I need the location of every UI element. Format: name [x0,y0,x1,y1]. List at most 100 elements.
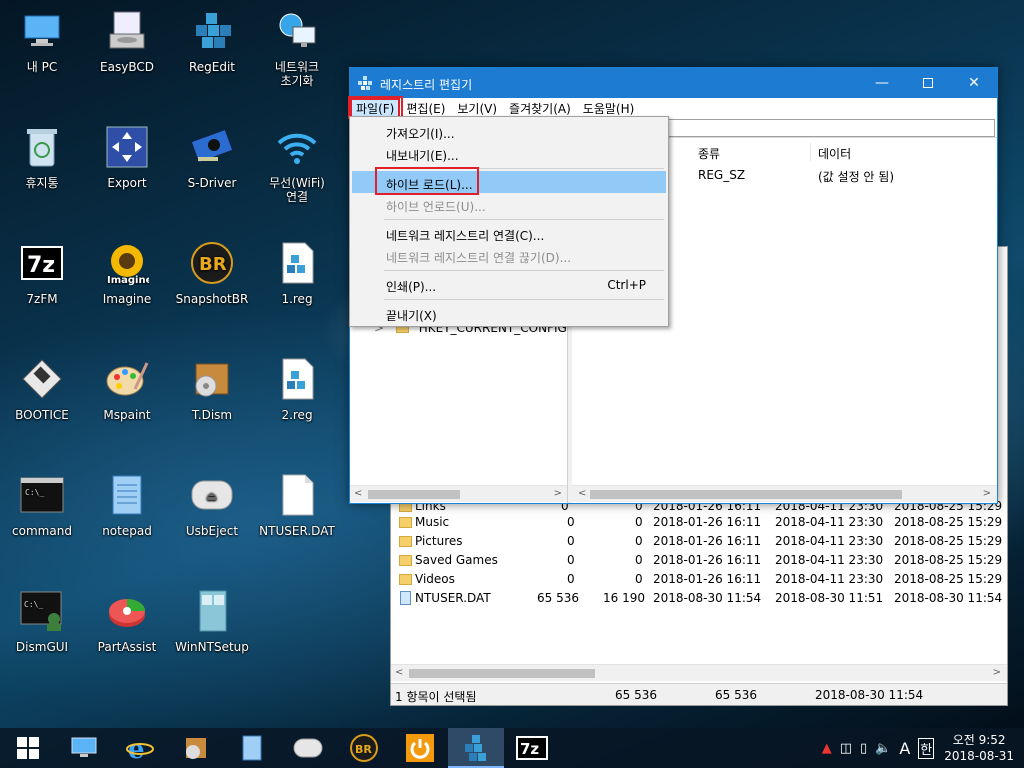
menu-bar: 파일(F) 편집(E) 보기(V) 즐겨찾기(A) 도움말(H) [350,98,997,118]
network-warning-icon[interactable]: ▲ [822,741,832,756]
desktop-icon-regedit[interactable]: RegEdit [172,8,252,74]
menu-help[interactable]: 도움말(H) [577,98,641,118]
menu-item-unload-hive[interactable]: 하이브 언로드(U)... [352,193,666,215]
file-date-created: 2018-08-30 11:54 [653,591,762,605]
desktop-icon-network-reset[interactable]: 네트워크 초기화 [257,8,337,88]
taskbar-internet-explorer[interactable]: e [112,728,168,768]
desktop-icon-command[interactable]: C:\_ command [2,472,82,538]
file-row[interactable]: Pictures 0 0 2018-01-26 16:11 2018-04-11… [391,532,1007,551]
menu-item-label: 끝내기(X) [386,309,437,323]
svg-text:C:\_: C:\_ [24,600,43,609]
desktop-icon-dismgui[interactable]: C:\_ DismGUI [2,588,82,654]
desktop-icon-7zfm[interactable]: 7z 7zFM [2,240,82,306]
scroll-right-arrow-icon[interactable]: > [983,488,991,499]
desktop-icon-imagine[interactable]: Imagine Imagine [87,240,167,306]
network-icon[interactable]: ◫ [840,741,852,756]
menu-item-exit[interactable]: 끝내기(X) [352,302,666,324]
taskbar-notepad[interactable] [224,728,280,768]
desktop-icon-1reg[interactable]: 1.reg [257,240,337,306]
internet-explorer-icon: e [126,735,154,762]
file-row[interactable]: Saved Games 0 0 2018-01-26 16:11 2018-04… [391,551,1007,570]
scroll-left-arrow-icon[interactable]: < [395,667,403,678]
input-mode-indicator[interactable]: A [899,739,910,758]
column-divider[interactable] [810,143,811,161]
svg-text:Imagine: Imagine [107,275,149,285]
menu-item-print[interactable]: 인쇄(P)... Ctrl+P [352,273,666,295]
taskbar-power[interactable] [392,728,448,768]
desktop-icon-bootice[interactable]: BOOTICE [2,356,82,422]
terminal-user-icon: C:\_ [19,588,65,634]
ime-indicator[interactable]: 한 [918,737,935,759]
taskbar-this-pc[interactable] [56,728,112,768]
clock[interactable]: 오전 9:52 2018-08-31 [944,732,1014,764]
registry-cubes-icon [465,735,486,761]
desktop-icon-notepad[interactable]: notepad [87,472,167,538]
paint-palette-icon [104,356,150,402]
desktop-icon-wifi-connect[interactable]: 무선(WiFi) 연결 [257,124,337,204]
windows-logo-icon [17,737,39,759]
menu-item-disconnect-network-registry[interactable]: 네트워크 레지스트리 연결 끊기(D)... [352,244,666,266]
file-date-accessed: 2018-04-11 23:30 [775,553,884,567]
scrollbar-thumb[interactable] [409,669,595,678]
file-row[interactable]: Videos 0 0 2018-01-26 16:11 2018-04-11 2… [391,570,1007,589]
column-header-data[interactable]: 데이터 [818,145,851,162]
desktop-icon-my-pc[interactable]: 내 PC [2,8,82,74]
explorer-hscrollbar[interactable]: < > [391,664,1007,681]
desktop-icon-partassist[interactable]: PartAssist [87,588,167,654]
taskbar-usbeject[interactable] [280,728,336,768]
column-header-type[interactable]: 종류 [698,145,720,162]
file-name: NTUSER.DAT [415,591,491,605]
menu-item-connect-network-registry[interactable]: 네트워크 레지스트리 연결(C)... [352,222,666,244]
desktop-icon-usbeject[interactable]: ⏏ UsbEject [172,472,252,538]
close-button[interactable]: ✕ [951,68,997,98]
usb-tray-icon[interactable]: ▯ [860,741,867,756]
desktop-icon-tdism[interactable]: T.Dism [172,356,252,422]
close-icon: ✕ [968,75,980,91]
scrollbar-thumb[interactable] [368,490,460,499]
desktop-icon-export[interactable]: Export [87,124,167,190]
taskbar-snapshotbr[interactable]: BR [336,728,392,768]
menu-edit[interactable]: 편집(E) [400,98,451,118]
title-bar[interactable]: 레지스트리 편집기 — ✕ [350,68,997,98]
taskbar-7zip[interactable]: 7z [504,728,560,768]
volume-icon[interactable]: 🔈 [875,741,891,756]
scroll-left-arrow-icon[interactable]: < [578,488,586,499]
file-row[interactable]: Music 0 0 2018-01-26 16:11 2018-04-11 23… [391,513,1007,532]
desktop-icon-ntuser[interactable]: NTUSER.DAT [257,472,337,538]
desktop-icon-label: DismGUI [15,640,69,654]
scroll-left-arrow-icon[interactable]: < [354,488,362,499]
scroll-right-arrow-icon[interactable]: > [554,488,562,499]
file-name: Videos [415,572,455,586]
desktop-icon-recycle-bin[interactable]: 휴지통 [2,124,82,190]
taskbar-tdism[interactable] [168,728,224,768]
taskbar-regedit[interactable] [448,728,504,768]
clock-date: 2018-08-31 [944,749,1014,763]
desktop-icon-s-driver[interactable]: S-Driver [172,124,252,190]
desktop-icon-label: 7zFM [26,292,58,306]
list-hscrollbar[interactable]: < > [572,485,997,502]
maximize-button[interactable] [905,68,951,98]
reg-file-icon [274,356,320,402]
desktop-icon-snapshotbr[interactable]: BR SnapshotBR [172,240,252,306]
desktop-icon-label: EasyBCD [100,60,154,74]
scrollbar-thumb[interactable] [590,490,902,499]
file-row[interactable]: NTUSER.DAT 65 536 16 190 2018-08-30 11:5… [391,589,1007,608]
menu-favorites[interactable]: 즐겨찾기(A) [503,98,577,118]
desktop-icon-mspaint[interactable]: Mspaint [87,356,167,422]
scroll-right-arrow-icon[interactable]: > [993,667,1001,678]
start-button[interactable] [0,728,56,768]
desktop-icon-2reg[interactable]: 2.reg [257,356,337,422]
tree-hscrollbar[interactable]: < > [350,485,567,502]
minimize-button[interactable]: — [859,68,905,98]
menu-item-import[interactable]: 가져오기(I)... [352,120,666,142]
file-date-created: 2018-01-26 16:11 [653,515,762,529]
desktop-icon-easybcd[interactable]: EasyBCD [87,8,167,74]
power-icon [406,734,434,762]
network-globe-icon [274,8,320,54]
desktop-icon-winntsetup[interactable]: WinNTSetup [172,588,252,654]
desktop-icon-label: PartAssist [97,640,157,654]
monitor-icon [19,8,65,54]
menu-view[interactable]: 보기(V) [451,98,503,118]
menu-item-export[interactable]: 내보내기(E)... [352,142,666,164]
status-size: 65 536 [615,688,657,702]
